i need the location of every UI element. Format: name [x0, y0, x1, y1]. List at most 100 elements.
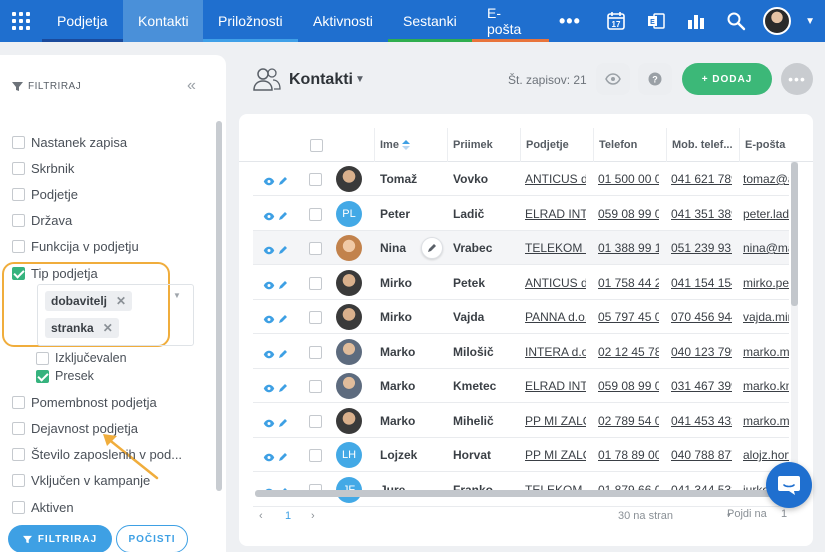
row-checkbox[interactable]	[309, 380, 322, 393]
checkbox[interactable]	[12, 448, 25, 461]
cell-telefon[interactable]: 059 08 99 00	[598, 197, 659, 231]
user-avatar[interactable]	[763, 7, 792, 35]
pencil-icon[interactable]	[278, 415, 288, 433]
cell-mobilni[interactable]: 041 154 154	[671, 266, 732, 300]
column-header-priimek[interactable]: Priimek	[447, 128, 520, 162]
option-presek[interactable]: Presek	[36, 369, 94, 383]
table-row[interactable]: Mirko Vajda PANNA d.o.o. 05 797 45 00 070 45…	[253, 300, 789, 334]
row-checkbox[interactable]	[309, 207, 322, 221]
chat-support-button[interactable]	[766, 462, 812, 508]
cell-mobilni[interactable]: 040 123 799	[671, 335, 732, 369]
add-button[interactable]: + DODAJ	[682, 63, 772, 95]
pencil-icon[interactable]	[278, 346, 288, 364]
reports-chart-icon[interactable]	[683, 8, 709, 34]
checkbox[interactable]	[12, 396, 25, 409]
collapse-sidebar-icon[interactable]: «	[187, 77, 196, 95]
cell-podjetje[interactable]: PP MI ZALOŽBA	[525, 438, 586, 472]
column-header-telefon[interactable]: Telefon	[593, 128, 666, 162]
pencil-icon[interactable]	[278, 208, 288, 226]
column-header-mobilni[interactable]: Mob. telef...	[666, 128, 739, 162]
tab-eposta[interactable]: E-pošta	[472, 0, 549, 42]
cell-mobilni[interactable]: 041 621 789	[671, 162, 732, 196]
table-row[interactable]: NinaVrabecTELEKOM SLOVENIJE01 388 99 110…	[253, 231, 789, 265]
cell-mobilni[interactable]: 031 467 399	[671, 369, 732, 403]
cell-mobilni[interactable]: 041 453 432	[671, 404, 732, 438]
checkbox[interactable]	[12, 501, 25, 514]
cell-podjetje[interactable]: ELRAD INT	[525, 369, 586, 403]
pencil-icon[interactable]	[278, 277, 288, 295]
checkbox-checked[interactable]	[12, 267, 25, 280]
cell-telefon[interactable]: 01 78 89 00	[598, 438, 659, 472]
cell-podjetje[interactable]: ANTICUS d.o.o.	[525, 266, 586, 300]
cell-podjetje[interactable]: PANNA d.o.o.	[525, 300, 586, 334]
eye-icon[interactable]	[263, 311, 275, 329]
checkbox[interactable]	[36, 351, 49, 365]
table-row[interactable]: Marko Mihelič PP MI ZALOŽBA 02 789 54 00 041…	[253, 404, 789, 438]
cell-telefon[interactable]: 059 08 99 00	[598, 369, 659, 403]
next-page-icon[interactable]: ›	[311, 510, 315, 522]
filter-funkcija-v-podjetju[interactable]: Funkcija v podjetju	[12, 239, 139, 254]
reset-button[interactable]: POČISTI	[116, 525, 188, 552]
cell-eposta[interactable]: mirko.petek@anticus.si	[743, 266, 789, 300]
table-row[interactable]: Marko Milošič INTERA d.o.o. 02 12 45 78 040 …	[253, 335, 789, 369]
eye-icon[interactable]	[263, 208, 275, 226]
filter-podjetje[interactable]: Podjetje	[12, 187, 78, 202]
pencil-icon[interactable]	[278, 449, 288, 467]
checkbox-checked[interactable]	[36, 369, 49, 383]
filter-pomembnost-podjetja[interactable]: Pomembnost podjetja	[12, 395, 157, 410]
cell-eposta[interactable]: marko.kmetec@elrad.si	[743, 369, 789, 403]
cell-telefon[interactable]: 01 500 00 00	[598, 162, 659, 196]
cell-eposta[interactable]: tomaz@anticus.si	[743, 162, 789, 196]
calendar-icon[interactable]: 17	[603, 8, 629, 34]
filter-skrbnik[interactable]: Skrbnik	[12, 161, 74, 176]
table-row[interactable]: Marko Kmetec ELRAD INT 059 08 99 00 031 467 …	[253, 369, 789, 403]
option-izkljucevalen[interactable]: Izključevalen	[36, 351, 127, 365]
row-checkbox[interactable]	[309, 173, 322, 186]
cell-mobilni[interactable]: 040 788 877	[671, 438, 732, 472]
row-checkbox[interactable]	[309, 242, 322, 255]
row-checkbox[interactable]	[309, 345, 322, 359]
cell-mobilni[interactable]: 041 351 389	[671, 197, 732, 231]
cell-podjetje[interactable]: ELRAD INT	[525, 197, 586, 231]
row-checkbox[interactable]	[309, 276, 322, 290]
view-button[interactable]	[596, 63, 630, 95]
cell-eposta[interactable]: nina@mail.si	[743, 231, 789, 265]
table-row[interactable]: LH Lojzek Horvat PP MI ZALOŽBA 01 78 89 00 04…	[253, 438, 789, 472]
tab-podjetja[interactable]: Podjetja	[42, 0, 123, 42]
cell-podjetje[interactable]: TELEKOM SLOVENIJE	[525, 231, 586, 265]
table-horizontal-scrollbar[interactable]	[255, 490, 791, 497]
checkbox[interactable]	[12, 474, 25, 487]
cell-podjetje[interactable]: INTERA d.o.o.	[525, 335, 586, 369]
eye-icon[interactable]	[263, 415, 275, 433]
cell-telefon[interactable]: 05 797 45 00	[598, 300, 659, 334]
checkbox[interactable]	[12, 214, 25, 227]
filter-drzava[interactable]: Država	[12, 213, 72, 228]
eye-icon[interactable]	[263, 346, 275, 364]
filter-aktiven[interactable]: Aktiven	[12, 500, 74, 515]
exchange-icon[interactable]: E	[643, 8, 669, 34]
pencil-icon[interactable]	[278, 173, 288, 191]
table-row[interactable]: PL Peter Ladič ELRAD INT 059 08 99 00 041 351…	[253, 197, 789, 231]
column-header-ime[interactable]: Ime	[374, 128, 447, 162]
goto-input[interactable]: 1	[781, 508, 787, 520]
cell-eposta[interactable]: marko.milosic@intera.si	[743, 335, 789, 369]
table-row[interactable]: Tomaž Vovko ANTICUS d.o.o. 01 500 00 00 041 …	[253, 162, 789, 196]
pencil-icon[interactable]	[278, 380, 288, 398]
cell-mobilni[interactable]: 070 456 944	[671, 300, 732, 334]
cell-eposta[interactable]: marko.mihelic@pp.si	[743, 404, 789, 438]
more-tabs-button[interactable]: •••	[549, 0, 591, 42]
pencil-icon[interactable]	[278, 311, 288, 329]
column-header-podjetje[interactable]: Podjetje	[520, 128, 593, 162]
cell-podjetje[interactable]: PP MI ZALOŽBA	[525, 404, 586, 438]
eye-icon[interactable]	[263, 277, 275, 295]
filter-stevilo-zaposlenih[interactable]: Število zaposlenih v pod...	[12, 447, 182, 462]
page-title[interactable]: Kontakti	[289, 71, 353, 89]
row-checkbox[interactable]	[309, 414, 322, 428]
select-all-checkbox[interactable]	[310, 138, 323, 152]
column-header-eposta[interactable]: E-pošta	[739, 128, 791, 162]
eye-icon[interactable]	[263, 380, 275, 398]
eye-icon[interactable]	[263, 449, 275, 467]
prev-page-icon[interactable]: ‹	[259, 510, 263, 522]
eye-icon[interactable]	[263, 173, 275, 191]
per-page-select[interactable]: 30 na stran	[618, 510, 673, 522]
